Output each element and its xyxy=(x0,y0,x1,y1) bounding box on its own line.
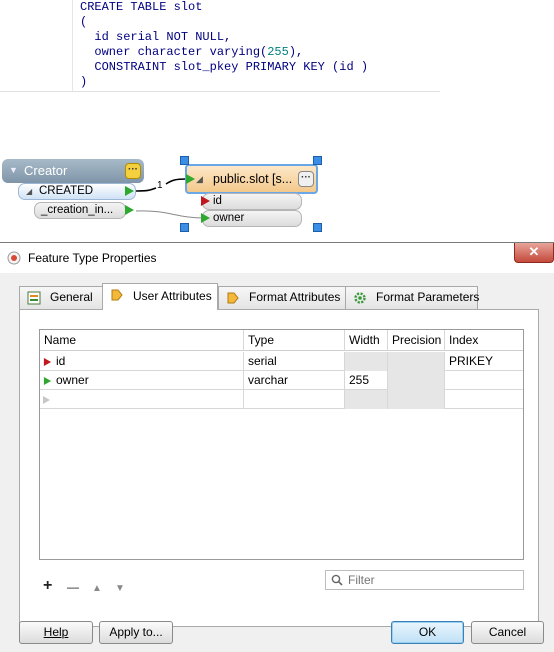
dialog-titlebar[interactable]: Feature Type Properties ✕ xyxy=(0,243,554,273)
move-up-button[interactable]: ▲ xyxy=(92,581,102,597)
cell-precision xyxy=(388,371,445,390)
tab-general[interactable]: General xyxy=(19,286,103,309)
selection-handle[interactable] xyxy=(313,223,322,232)
sql-line-5: CONSTRAINT slot_pkey PRIMARY KEY (id ) xyxy=(80,60,369,74)
tab-format-attributes[interactable]: Format Attributes xyxy=(218,286,346,309)
creation-instance-label: _creation_in... xyxy=(41,204,114,216)
gear-icon xyxy=(354,292,366,304)
new-row[interactable] xyxy=(40,390,523,409)
remove-row-button[interactable]: — xyxy=(67,579,79,595)
tab-format-parameters[interactable]: Format Parameters xyxy=(345,286,480,309)
collapse-icon[interactable]: ◢ xyxy=(196,174,203,185)
move-down-button[interactable]: ▼ xyxy=(115,581,125,597)
ok-button[interactable]: OK xyxy=(391,621,464,644)
sql-line-4a: owner character varying( xyxy=(80,45,268,59)
editor-gutter xyxy=(72,0,73,92)
attribute-owner-label: owner xyxy=(213,212,245,224)
feature-type-properties-button[interactable]: ··· xyxy=(298,171,314,187)
filter-input[interactable] xyxy=(346,572,516,588)
selection-handle[interactable] xyxy=(313,156,322,165)
tab-user-attributes[interactable]: User Attributes xyxy=(102,283,218,310)
tab-label: Format Attributes xyxy=(249,290,341,304)
cancel-button[interactable]: Cancel xyxy=(471,621,544,644)
cell-width[interactable]: 255 xyxy=(345,371,388,390)
cell-name[interactable]: owner xyxy=(52,371,244,390)
input-port-icon[interactable] xyxy=(186,174,195,184)
attribute-id-port[interactable]: id xyxy=(202,193,302,210)
feature-type-label: public.slot [s... xyxy=(213,172,293,186)
tag-icon xyxy=(227,292,239,304)
primary-key-icon xyxy=(43,358,52,366)
sql-line-1: CREATE TABLE slot xyxy=(80,0,203,14)
cell-name[interactable] xyxy=(52,390,244,409)
created-port-label: CREATED xyxy=(39,185,94,197)
cell-name[interactable]: id xyxy=(52,352,244,371)
general-icon xyxy=(27,291,41,305)
new-row-icon xyxy=(43,396,50,404)
search-icon xyxy=(331,574,343,586)
creator-properties-button[interactable]: ··· xyxy=(125,163,141,179)
expand-icon: ◢ xyxy=(26,187,33,196)
creator-label: Creator xyxy=(24,163,68,178)
close-button[interactable]: ✕ xyxy=(514,243,554,263)
tab-label: General xyxy=(50,290,93,304)
help-button[interactable]: Help xyxy=(19,621,93,644)
sql-line-3: id serial NOT NULL, xyxy=(80,30,232,44)
cell-index[interactable] xyxy=(445,390,523,409)
cell-precision xyxy=(388,390,445,409)
dialog-title: Feature Type Properties xyxy=(28,251,157,265)
sql-code: CREATE TABLE slot ( id serial NOT NULL, … xyxy=(80,0,368,90)
tag-icon xyxy=(111,289,123,301)
selection-handle[interactable] xyxy=(180,156,189,165)
selection-handle[interactable] xyxy=(180,223,189,232)
output-port-icon[interactable] xyxy=(125,186,134,196)
column-header-type[interactable]: Type xyxy=(244,330,345,351)
column-header-precision[interactable]: Precision xyxy=(388,330,445,351)
cell-type[interactable]: varchar xyxy=(244,371,345,390)
cancel-button-label: Cancel xyxy=(488,625,527,639)
sql-editor[interactable]: CREATE TABLE slot ( id serial NOT NULL, … xyxy=(0,0,554,92)
tab-label: User Attributes xyxy=(133,289,212,303)
table-row[interactable]: id serial PRIKEY xyxy=(40,352,523,371)
cell-index[interactable] xyxy=(445,371,523,390)
cell-width xyxy=(345,390,388,409)
tab-label: Format Parameters xyxy=(376,290,480,304)
cell-type[interactable] xyxy=(244,390,345,409)
connection-count: 1 xyxy=(157,180,163,191)
cell-index[interactable]: PRIKEY xyxy=(445,352,523,371)
sql-line-2: ( xyxy=(80,15,88,29)
column-header-name[interactable]: Name xyxy=(40,330,244,351)
attribute-icon xyxy=(43,377,52,385)
add-row-button[interactable]: + xyxy=(43,578,52,594)
sql-line-4b: ), xyxy=(288,45,304,59)
filter-box xyxy=(325,570,524,590)
collapse-icon[interactable]: ▼ xyxy=(9,165,18,175)
created-port[interactable]: ◢ CREATED xyxy=(18,183,136,200)
ok-button-label: OK xyxy=(418,625,437,639)
table-header: Name Type Width Precision Index xyxy=(40,330,523,351)
cell-width xyxy=(345,352,388,371)
key-attribute-icon xyxy=(201,196,210,206)
column-header-width[interactable]: Width xyxy=(345,330,388,351)
input-port-icon[interactable] xyxy=(201,213,210,223)
attribute-id-label: id xyxy=(213,195,222,207)
help-button-label: Help xyxy=(43,625,69,639)
creator-transformer[interactable]: ▼ Creator xyxy=(2,159,144,183)
app-icon xyxy=(7,251,21,265)
attributes-table[interactable]: Name Type Width Precision Index id seria… xyxy=(39,329,524,560)
sql-line-6: ) xyxy=(80,75,88,89)
apply-to-button-label: Apply to... xyxy=(109,625,163,639)
attribute-owner-port[interactable]: owner xyxy=(202,210,302,227)
column-header-index[interactable]: Index xyxy=(445,330,523,351)
output-port-icon[interactable] xyxy=(125,205,134,215)
cell-precision xyxy=(388,352,445,371)
feature-type-properties-dialog: Feature Type Properties ✕ General User A… xyxy=(0,242,554,652)
table-row[interactable]: owner varchar 255 xyxy=(40,371,523,390)
cell-type[interactable]: serial xyxy=(244,352,345,371)
creation-instance-port[interactable]: _creation_in... xyxy=(34,202,126,219)
apply-to-button[interactable]: Apply to... xyxy=(99,621,173,644)
user-attributes-panel: Name Type Width Precision Index id seria… xyxy=(19,309,539,627)
sql-length-number: 255 xyxy=(267,45,289,59)
